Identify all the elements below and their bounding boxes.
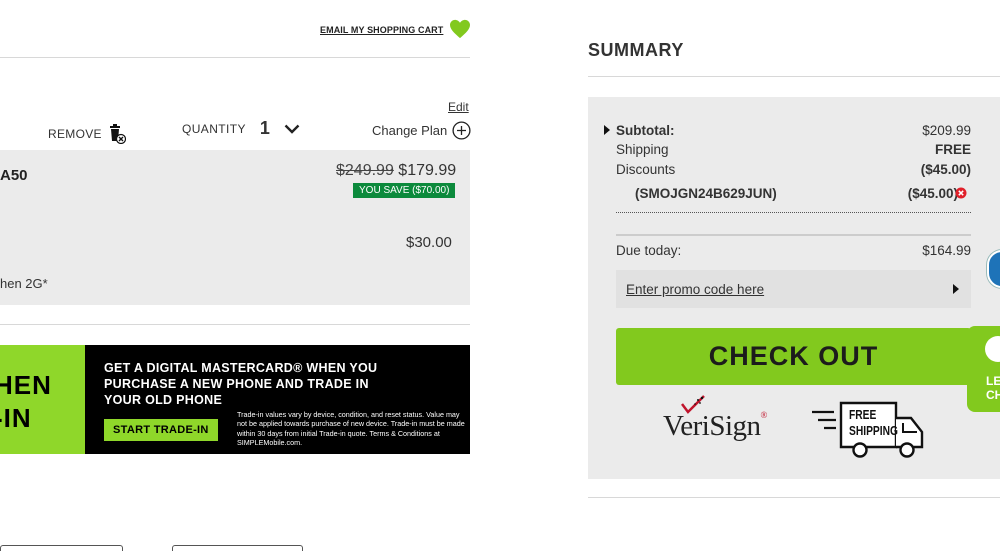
verisign-text: VeriSign bbox=[663, 410, 761, 442]
chat-bubble-icon bbox=[985, 336, 1000, 362]
subtotal-label[interactable]: Subtotal: bbox=[616, 123, 675, 138]
caret-right-icon[interactable] bbox=[953, 284, 959, 294]
chat-label-line1: LE bbox=[986, 374, 1000, 388]
remove-promo-icon[interactable] bbox=[955, 187, 967, 199]
original-price: $249.99 bbox=[336, 162, 394, 179]
divider bbox=[588, 497, 1000, 498]
shipping-label: Shipping bbox=[616, 142, 669, 157]
promo-code-discount: ($45.00) bbox=[907, 186, 958, 201]
free-shipping-text: FREE SHIPPING bbox=[849, 407, 898, 439]
subtotal-value: $209.99 bbox=[922, 123, 971, 138]
bottom-button-left[interactable] bbox=[0, 545, 123, 551]
dotted-divider bbox=[616, 212, 971, 213]
plan-name: hen 2G* bbox=[0, 276, 48, 291]
shipping-value: FREE bbox=[934, 142, 971, 157]
change-plan-button[interactable]: Change Plan bbox=[372, 121, 471, 140]
plus-circle-icon bbox=[452, 121, 471, 140]
item-price: $249.99 $179.99 bbox=[336, 162, 456, 180]
heart-icon[interactable] bbox=[449, 19, 471, 39]
banner-fine-print: Trade-in values vary by device, conditio… bbox=[237, 410, 465, 447]
banner-big-text-line2: -IN bbox=[0, 403, 32, 433]
divider bbox=[588, 76, 1000, 77]
banner-green-panel: HEN -IN bbox=[0, 345, 85, 454]
promo-code-applied: (SMOJGN24B629JUN) bbox=[635, 186, 777, 201]
due-today-label: Due today: bbox=[616, 243, 682, 258]
you-save-badge: YOU SAVE ($70.00) bbox=[353, 183, 456, 198]
sale-price: $179.99 bbox=[398, 162, 457, 179]
chevron-down-icon[interactable] bbox=[284, 124, 300, 134]
change-plan-label: Change Plan bbox=[372, 123, 448, 138]
quantity-label: QUANTITY bbox=[182, 121, 246, 136]
summary-title: SUMMARY bbox=[588, 40, 684, 60]
plan-price: $30.00 bbox=[406, 234, 452, 251]
trademark-mark: ® bbox=[760, 410, 768, 420]
banner-headline: GET A DIGITAL MASTERCARD® WHEN YOU PURCH… bbox=[104, 361, 378, 407]
banner-big-text-line1: HEN bbox=[0, 370, 52, 400]
verisign-logo: VeriSign® bbox=[663, 410, 767, 443]
remove-button[interactable]: REMOVE bbox=[48, 124, 126, 144]
chat-label-line2: CH bbox=[986, 388, 1000, 402]
quantity-value[interactable]: 1 bbox=[260, 118, 270, 139]
divider bbox=[0, 324, 470, 325]
free-shipping-line2: SHIPPING bbox=[849, 424, 898, 438]
remove-label: REMOVE bbox=[48, 127, 102, 141]
checkout-button[interactable]: CHECK OUT bbox=[616, 328, 971, 385]
bottom-button-right[interactable] bbox=[172, 545, 303, 551]
trash-icon bbox=[109, 124, 126, 144]
discounts-value: ($45.00) bbox=[920, 162, 971, 177]
due-today-value: $164.99 bbox=[922, 243, 971, 258]
discounts-label: Discounts bbox=[616, 162, 676, 177]
edit-link[interactable]: Edit bbox=[448, 100, 469, 114]
divider bbox=[616, 234, 971, 236]
quantity-selector[interactable]: QUANTITY 1 bbox=[182, 118, 300, 139]
email-cart-link[interactable]: EMAIL MY SHOPPING CART bbox=[320, 25, 443, 35]
promo-code-link[interactable]: Enter promo code here bbox=[626, 282, 764, 297]
start-trade-in-button[interactable]: START TRADE-IN bbox=[104, 419, 218, 441]
free-shipping-line1: FREE bbox=[849, 408, 877, 422]
expand-subtotal-icon[interactable] bbox=[604, 125, 610, 135]
phone-model-name: A50 bbox=[0, 167, 28, 184]
live-chat-button[interactable]: LE CH bbox=[967, 326, 1000, 412]
divider bbox=[0, 57, 470, 58]
